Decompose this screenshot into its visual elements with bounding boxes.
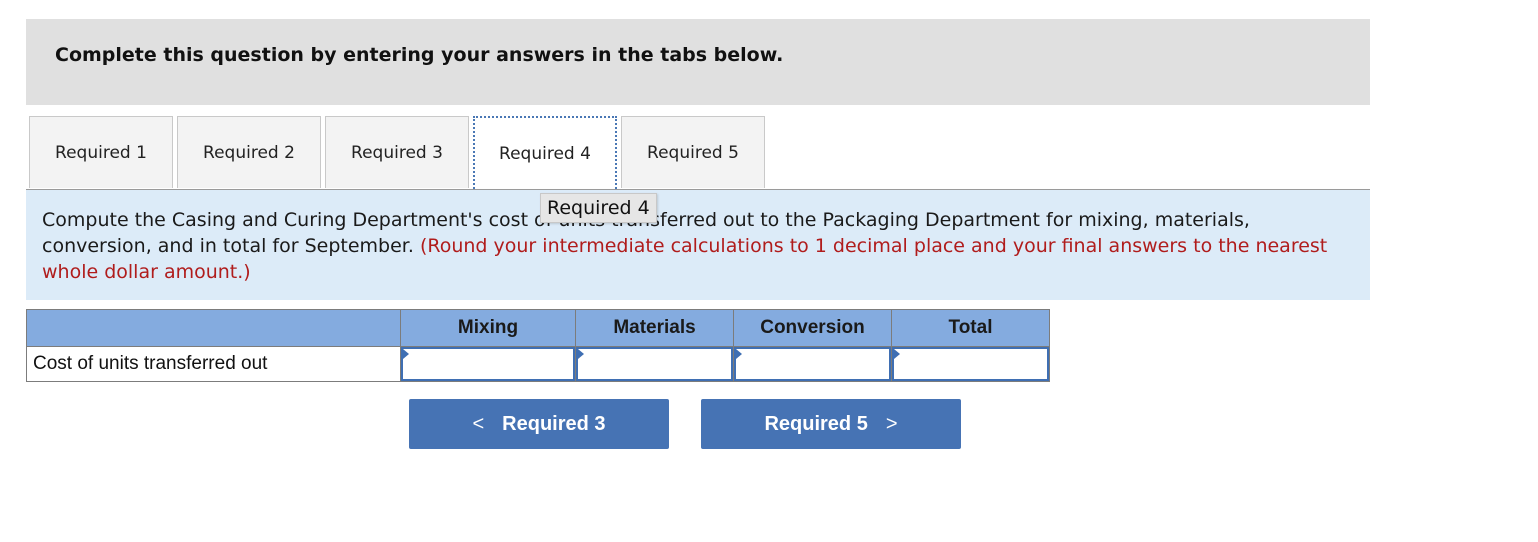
table-header-row: Mixing Materials Conversion Total [26,309,1050,347]
table-row: Cost of units transferred out [26,346,1050,382]
column-header-mixing: Mixing [400,309,576,347]
row-label: Cost of units transferred out [26,346,401,382]
tab-required-4[interactable]: Required 4 [473,116,617,192]
total-cell [891,346,1050,382]
tab-required-5[interactable]: Required 5 [621,116,765,188]
tab-required-3[interactable]: Required 3 [325,116,469,188]
prev-button-label: Required 3 [502,412,606,435]
tab-bar: Required 1 Required 2 Required 3 Require… [29,116,769,192]
column-header-blank [26,309,401,347]
next-button-label: Required 5 [764,412,868,435]
conversion-input[interactable] [734,347,891,381]
materials-cell [575,346,734,382]
next-required-5-button[interactable]: Required 5 > [701,399,961,449]
instructions-text: Compute the Casing and Curing Department… [42,207,1362,285]
column-header-total: Total [891,309,1050,347]
input-marker-icon [736,349,742,359]
conversion-cell [733,346,892,382]
question-header-title: Complete this question by entering your … [55,44,784,66]
chevron-right-icon: > [885,412,898,435]
tab-required-2[interactable]: Required 2 [177,116,321,188]
mixing-input[interactable] [401,347,575,381]
answer-table: Mixing Materials Conversion Total Cost o… [26,309,1050,382]
mixing-cell [400,346,576,382]
instructions-panel: Compute the Casing and Curing Department… [26,190,1370,300]
tab-tooltip: Required 4 [540,193,657,223]
chevron-left-icon: < [472,412,485,435]
total-input[interactable] [892,347,1049,381]
input-marker-icon [578,349,584,359]
tab-required-1[interactable]: Required 1 [29,116,173,188]
column-header-conversion: Conversion [733,309,892,347]
input-marker-icon [403,349,409,359]
question-header: Complete this question by entering your … [26,19,1370,105]
input-marker-icon [894,349,900,359]
materials-input[interactable] [576,347,733,381]
column-header-materials: Materials [575,309,734,347]
prev-required-3-button[interactable]: < Required 3 [409,399,669,449]
